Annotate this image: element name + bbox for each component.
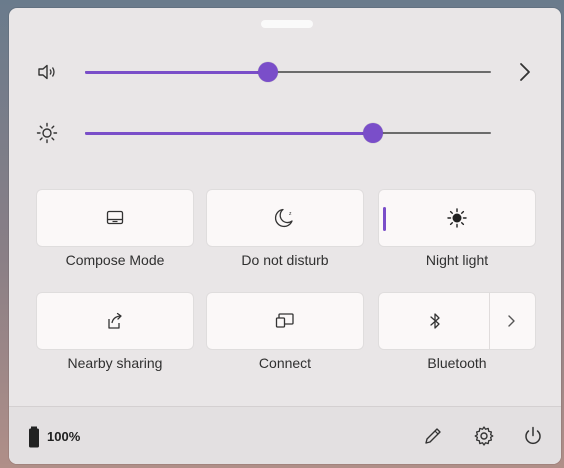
tile-label-bluetooth: Bluetooth bbox=[427, 355, 487, 371]
brightness-slider-row bbox=[9, 118, 561, 148]
brightness-fill bbox=[85, 131, 374, 135]
tile-bluetooth[interactable] bbox=[379, 293, 535, 349]
chevron-right-icon[interactable] bbox=[513, 61, 535, 83]
moon-icon: z bbox=[274, 208, 293, 228]
tile-compose-mode[interactable] bbox=[37, 190, 193, 246]
bluetooth-icon bbox=[430, 313, 440, 329]
battery-percentage[interactable]: 100% bbox=[47, 429, 80, 444]
chevron-right-icon[interactable] bbox=[501, 309, 523, 333]
volume-fill bbox=[85, 70, 268, 74]
volume-thumb[interactable] bbox=[257, 62, 278, 82]
svg-text:z: z bbox=[289, 211, 292, 217]
tile-label-nearby-sharing: Nearby sharing bbox=[67, 355, 163, 371]
active-indicator bbox=[383, 207, 386, 231]
cast-icon bbox=[275, 313, 294, 328]
drag-handle[interactable] bbox=[261, 20, 313, 28]
quick-settings-panel: Compose Mode z Do not disturb Night ligh… bbox=[9, 8, 561, 464]
volume-track[interactable] bbox=[85, 62, 491, 82]
pencil-icon[interactable] bbox=[421, 424, 445, 448]
quick-settings-footer: 100% bbox=[9, 406, 561, 464]
brightness-thumb[interactable] bbox=[363, 123, 384, 143]
compose-mode-icon bbox=[106, 210, 124, 225]
tile-nearby-sharing[interactable] bbox=[37, 293, 193, 349]
tile-connect[interactable] bbox=[207, 293, 363, 349]
tile-label-connect: Connect bbox=[258, 355, 312, 371]
gear-icon[interactable] bbox=[472, 424, 496, 448]
share-icon bbox=[108, 312, 122, 329]
tile-night-light[interactable] bbox=[379, 190, 535, 246]
brightness-track[interactable] bbox=[85, 123, 491, 143]
tile-label-do-not-disturb: Do not disturb bbox=[241, 252, 329, 268]
speaker-icon[interactable] bbox=[36, 61, 58, 83]
sun-icon bbox=[36, 122, 58, 144]
tile-do-not-disturb[interactable]: z bbox=[207, 190, 363, 246]
bluetooth-divider bbox=[489, 293, 490, 349]
power-icon[interactable] bbox=[521, 424, 545, 448]
battery-icon[interactable] bbox=[28, 426, 40, 448]
tile-label-compose-mode: Compose Mode bbox=[65, 252, 165, 268]
tile-label-night-light: Night light bbox=[425, 252, 489, 268]
volume-slider-row bbox=[9, 57, 561, 87]
night-light-icon bbox=[447, 208, 467, 228]
